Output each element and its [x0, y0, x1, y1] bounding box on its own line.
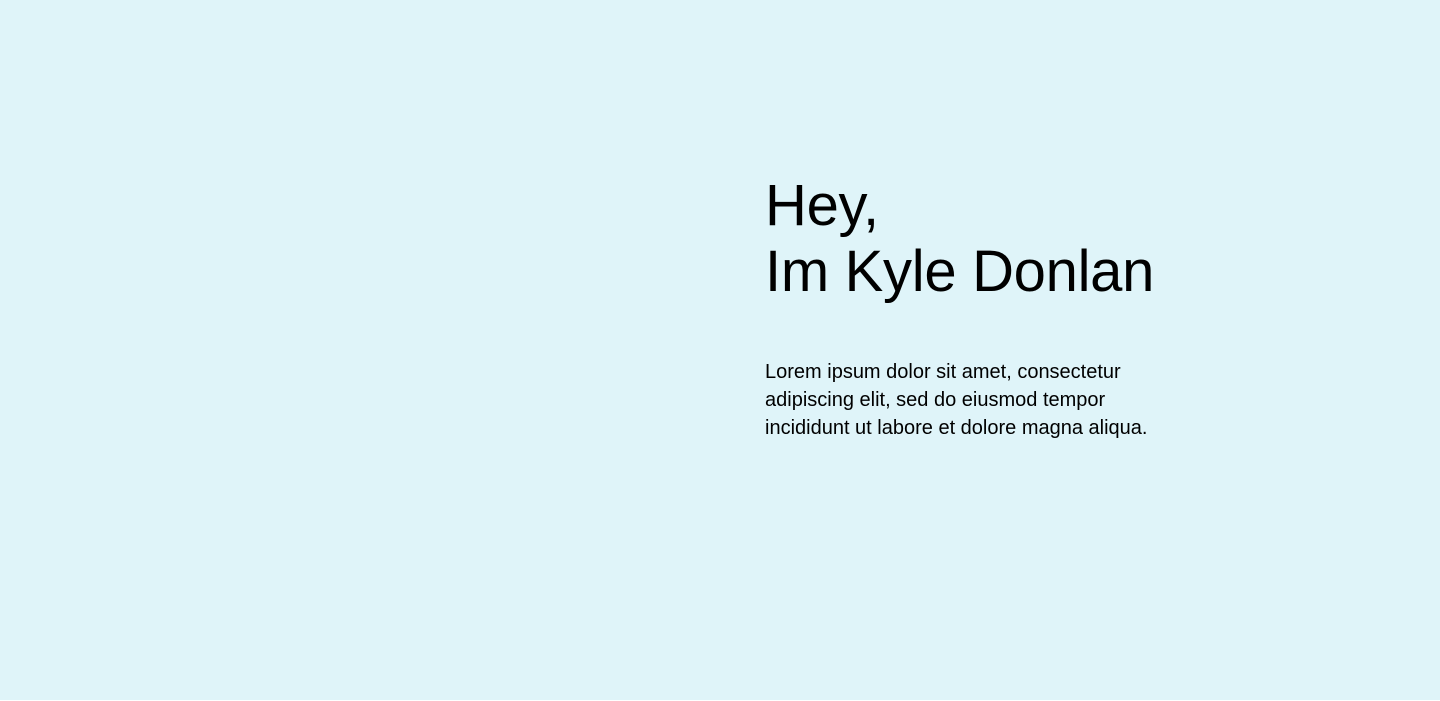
hero-description: Lorem ipsum dolor sit amet, consectetur … — [765, 361, 1148, 439]
hero-content: Hey, Im Kyle Donlan Lorem ipsum dolor si… — [765, 173, 1205, 439]
hero-name: Im Kyle Donlan — [765, 239, 1155, 304]
hero-section: Hey, Im Kyle Donlan Lorem ipsum dolor si… — [0, 0, 1440, 700]
hero-greeting: Hey, — [765, 173, 879, 238]
hero-heading: Hey, Im Kyle Donlan — [765, 173, 1205, 305]
